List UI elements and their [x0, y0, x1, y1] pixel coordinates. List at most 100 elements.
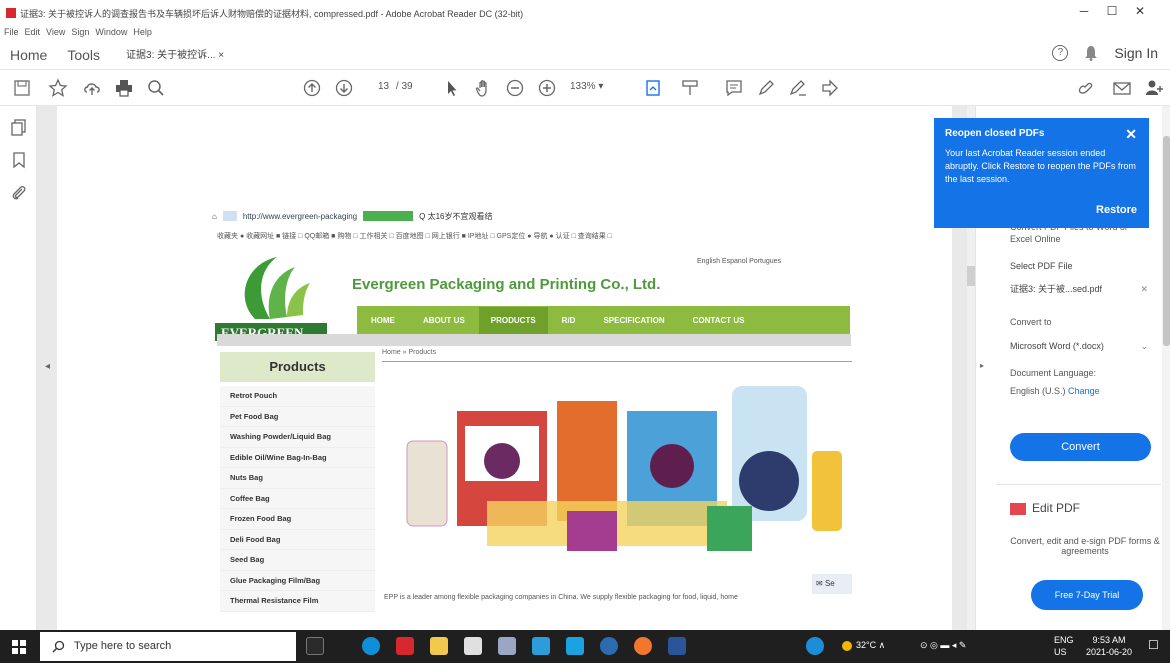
window-controls: ─ ☐ ✕ — [1070, 4, 1154, 18]
minimize-button[interactable]: ─ — [1070, 4, 1098, 18]
task-view-icon[interactable] — [306, 637, 324, 655]
company-intro-text: EPP is a leader among flexible packaging… — [384, 594, 738, 601]
share-icon[interactable] — [820, 78, 840, 98]
chevron-down-icon: ⌄ — [1140, 341, 1148, 351]
highlight-pen-icon[interactable] — [756, 78, 776, 98]
list-item: Retrot Pouch — [220, 386, 375, 407]
close-window-button[interactable]: ✕ — [1126, 4, 1154, 18]
zoom-dropdown[interactable]: 133% ▾ — [570, 81, 603, 92]
help-app-icon[interactable] — [806, 637, 824, 655]
embedded-green-badge — [363, 211, 414, 221]
zoom-in-icon[interactable] — [537, 78, 557, 98]
zoom-out-icon[interactable] — [505, 78, 525, 98]
edit-pdf-label: Edit PDF — [1032, 501, 1081, 515]
select-cursor-icon[interactable] — [442, 78, 462, 98]
restore-button[interactable]: Restore — [1096, 204, 1137, 216]
weather-text: 32°C ∧ — [856, 640, 886, 650]
maximize-button[interactable]: ☐ — [1098, 4, 1126, 18]
list-item: Pet Food Bag — [220, 406, 375, 427]
send-message-button: ✉ Se — [812, 574, 852, 594]
page-number-input[interactable]: 13 — [374, 79, 393, 94]
search-icon[interactable] — [146, 78, 166, 98]
clock[interactable]: 9:53 AM 2021-06-20 — [1086, 634, 1132, 658]
menu-bar: File Edit View Sign Window Help — [0, 26, 600, 38]
remove-file-icon[interactable]: ✕ — [1140, 278, 1148, 300]
tab-document[interactable]: 证据3: 关于被控诉... × — [120, 42, 231, 67]
fit-page-icon[interactable] — [644, 78, 664, 98]
link-sign-icon[interactable] — [1076, 78, 1096, 98]
close-notification-button[interactable]: ✕ — [1125, 126, 1137, 143]
comment-icon[interactable] — [724, 78, 744, 98]
input-language[interactable]: ENG US — [1054, 634, 1074, 658]
help-icon[interactable]: ? — [1052, 45, 1069, 61]
store-icon[interactable] — [464, 637, 482, 655]
document-viewport[interactable]: ◂ ⌂ http://www.evergreen-packaging Q 太16… — [37, 106, 967, 630]
tab-home[interactable]: Home — [0, 47, 57, 63]
scroll-mode-icon[interactable] — [680, 78, 700, 98]
sign-in-link[interactable]: Sign In — [1114, 45, 1158, 61]
evergreen-logo: EVERGREEN — [215, 253, 327, 341]
bookmark-star-icon[interactable] — [48, 78, 68, 98]
panel-scrollbar-thumb[interactable] — [1163, 136, 1170, 346]
list-item: Deli Food Bag — [220, 529, 375, 550]
taskbar-search-box[interactable]: Type here to search — [40, 632, 296, 661]
convert-to-label: Convert to — [1010, 317, 1052, 327]
menu-file[interactable]: File — [4, 27, 19, 37]
convert-button[interactable]: Convert — [1010, 433, 1151, 461]
email-icon[interactable] — [1112, 78, 1132, 98]
acrobat-taskbar-icon[interactable] — [396, 637, 414, 655]
fill-sign-icon[interactable] — [788, 78, 808, 98]
weather-widget[interactable]: 32°C ∧ — [842, 640, 885, 651]
page-up-icon[interactable] — [302, 78, 322, 98]
expand-panel-icon[interactable]: ▸ — [980, 361, 984, 370]
windows-taskbar: Type here to search 32°C ∧ ⊙ ◎ ▬ ◂ ✎ ENG… — [0, 630, 1170, 663]
panel-divider — [996, 484, 1161, 485]
breadcrumb: Home » Products — [382, 349, 437, 356]
language-code: ENG — [1054, 635, 1074, 645]
menu-edit[interactable]: Edit — [25, 27, 41, 37]
windows-start-icon[interactable] — [12, 640, 26, 654]
tab-tools[interactable]: Tools — [57, 47, 110, 63]
file-explorer-icon[interactable] — [430, 637, 448, 655]
app-icon[interactable] — [566, 637, 584, 655]
hand-tool-icon[interactable] — [474, 78, 494, 98]
tray-icons[interactable]: ⊙ ◎ ▬ ◂ ✎ — [920, 640, 966, 651]
app-icon[interactable] — [532, 637, 550, 655]
menu-view[interactable]: View — [46, 27, 65, 37]
chrome-icon[interactable] — [634, 637, 652, 655]
page-indicator: 13 / 39 — [374, 81, 413, 92]
app-icon[interactable] — [600, 637, 618, 655]
app-icon[interactable] — [498, 637, 516, 655]
edge-browser-icon[interactable] — [362, 637, 380, 655]
add-user-icon[interactable] — [1144, 78, 1164, 98]
convert-to-dropdown[interactable]: Microsoft Word (*.docx) ⌄ — [1010, 335, 1148, 357]
language-links: English Espanol Portugues — [697, 258, 782, 265]
document-language-row: English (U.S.) Change — [1010, 386, 1100, 396]
menu-window[interactable]: Window — [95, 27, 127, 37]
site-navigation: HOME ABOUT US PRODUCTS R/D SPECIFICATION… — [357, 306, 850, 334]
save-icon[interactable] — [12, 78, 32, 98]
notification-center-icon[interactable]: ☐ — [1148, 638, 1159, 652]
embedded-address-bar: ⌂ http://www.evergreen-packaging Q 太16岁不… — [212, 206, 852, 226]
free-trial-button[interactable]: Free 7-Day Trial — [1031, 580, 1143, 610]
menu-sign[interactable]: Sign — [71, 27, 89, 37]
list-item: Coffee Bag — [220, 488, 375, 509]
menu-help[interactable]: Help — [133, 27, 152, 37]
bookmarks-icon[interactable] — [10, 151, 28, 169]
edit-pdf-tool[interactable]: Edit PDF — [1010, 501, 1080, 515]
toolbar: 13 / 39 133% ▾ — [0, 70, 1170, 106]
notification-bell-icon[interactable] — [1084, 45, 1098, 61]
page-down-icon[interactable] — [334, 78, 354, 98]
page-thumbnails-icon[interactable] — [10, 118, 28, 136]
edit-pdf-description: Convert, edit and e-sign PDF forms & agr… — [1010, 536, 1160, 556]
edit-pdf-icon — [1010, 502, 1026, 515]
document-scrollbar-thumb[interactable] — [967, 266, 975, 286]
change-language-link[interactable]: Change — [1068, 386, 1100, 396]
panel-scrollbar[interactable] — [1162, 106, 1170, 630]
selected-pdf-file[interactable]: 证据3: 关于被...sed.pdf ✕ — [1010, 278, 1148, 300]
word-icon[interactable] — [668, 637, 686, 655]
embedded-search-text: Q 太16岁不宜观看结 — [419, 211, 493, 221]
cloud-upload-icon[interactable] — [82, 78, 102, 98]
print-icon[interactable] — [114, 78, 134, 98]
attachments-icon[interactable] — [10, 184, 28, 202]
